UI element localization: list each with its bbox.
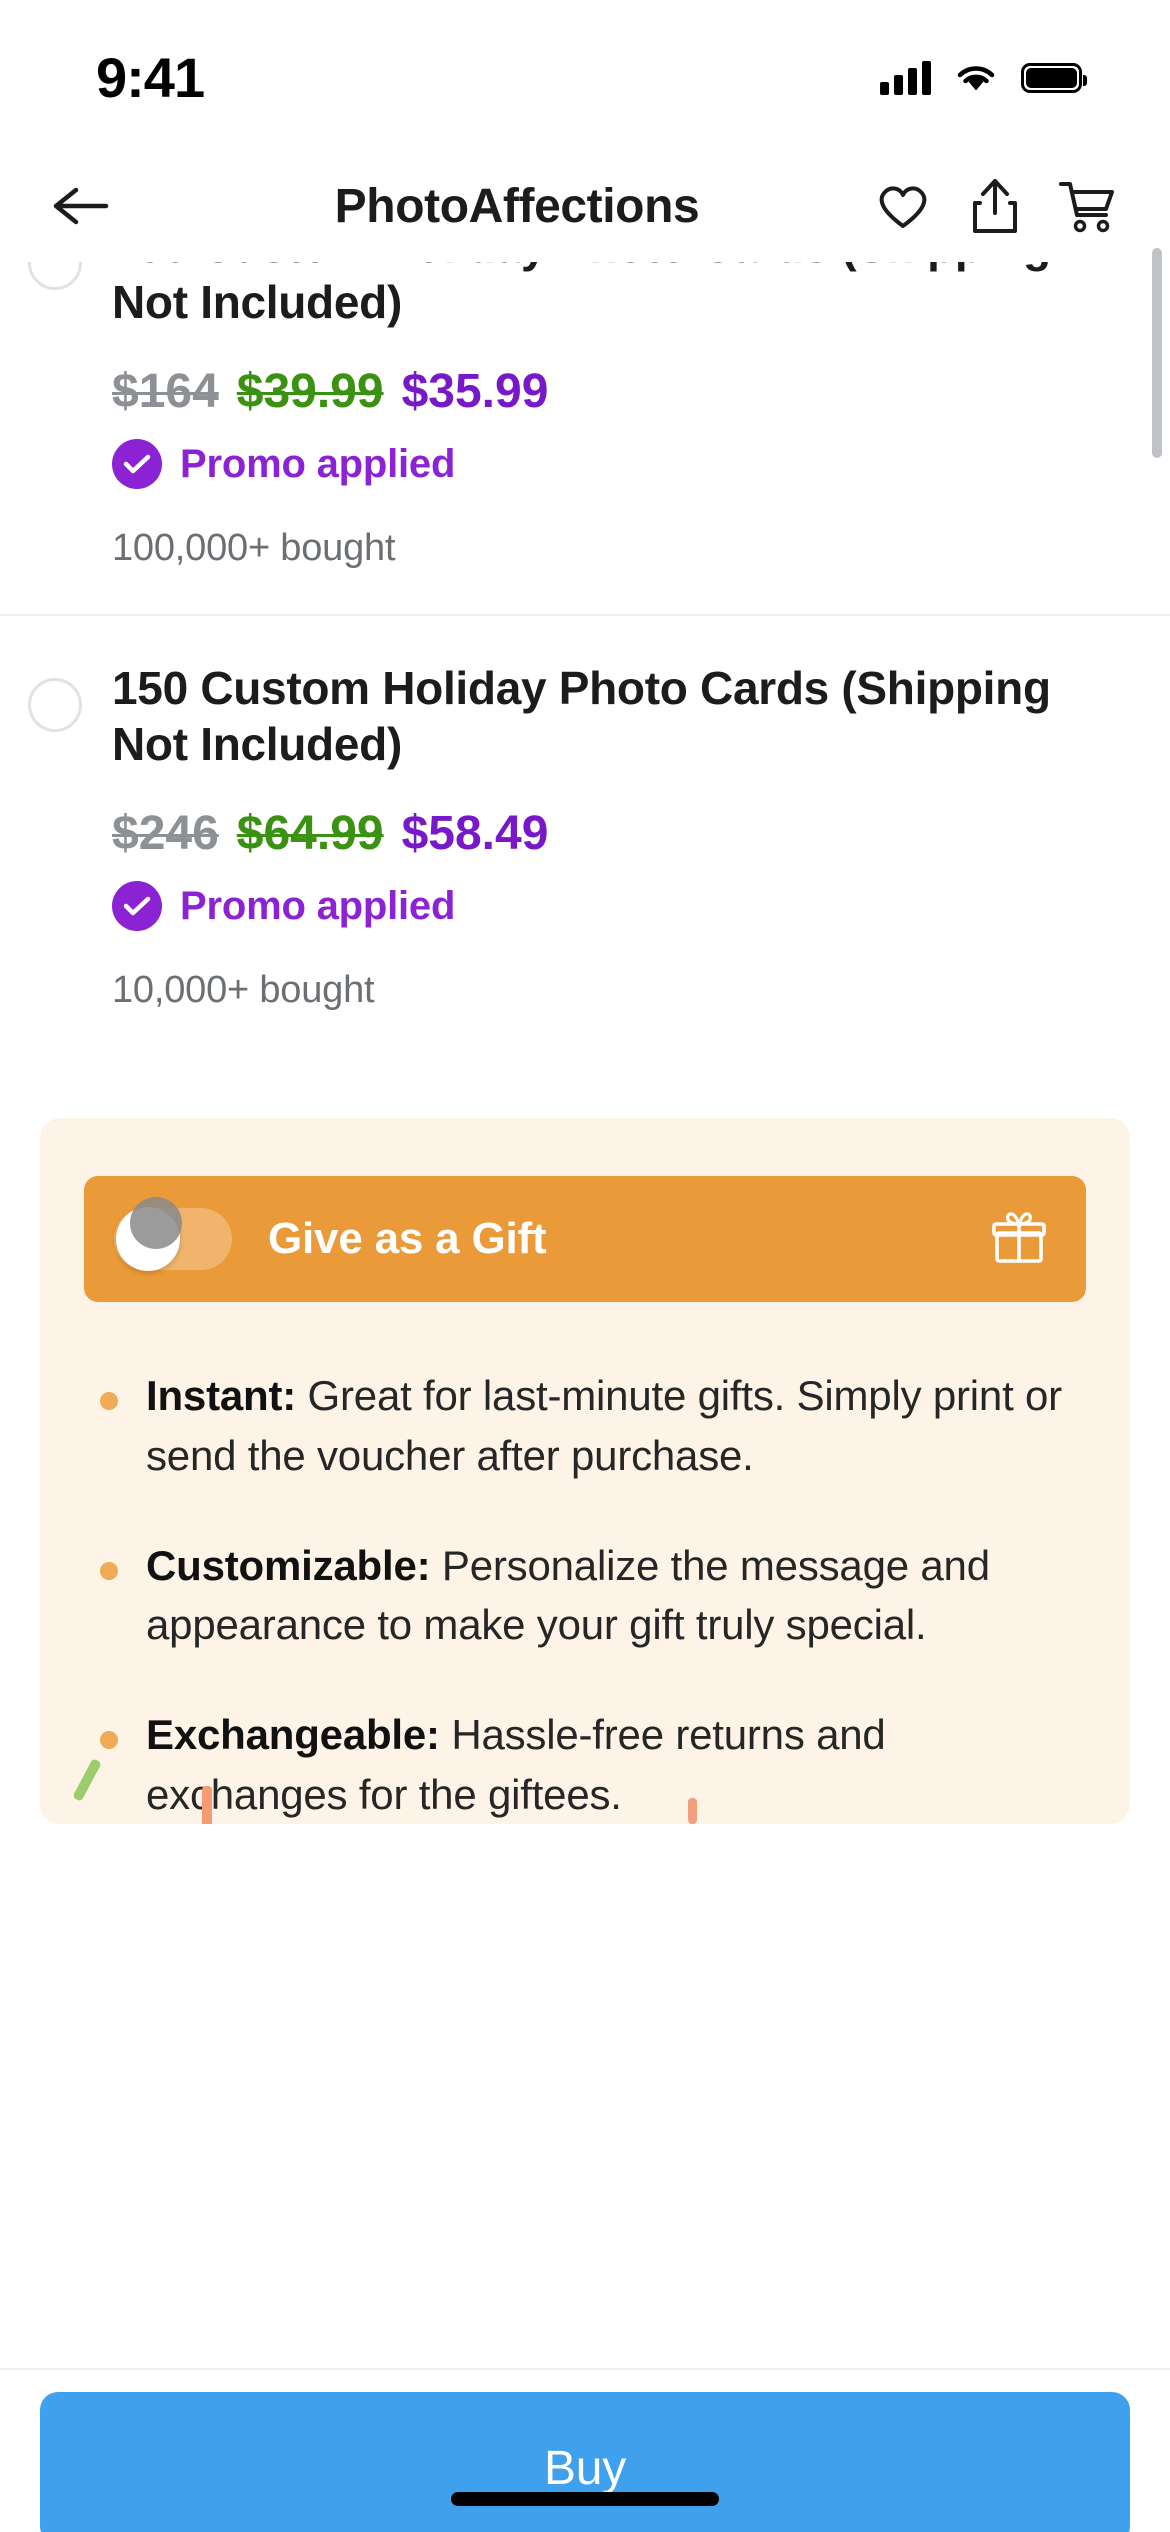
confetti-piece-orange [202, 1786, 212, 1825]
app-screen: 9:41 PhotoAffections Not Included) $164 … [0, 0, 1170, 2532]
promo-label: Promo applied [180, 441, 456, 486]
product-prices: $246 $64.99 $58.49 [112, 806, 1130, 861]
sticky-footer: Buy [0, 2368, 1170, 2532]
gift-benefit-text: Instant: Great for last-minute gifts. Si… [118, 1366, 1078, 1485]
check-circle-icon [112, 439, 162, 490]
battery-icon [1021, 63, 1087, 93]
share-button[interactable] [966, 177, 1024, 235]
wifi-icon [957, 66, 995, 91]
product-details: 150 Custom Holiday Photo Cards (Shipping… [82, 660, 1130, 1012]
gift-box-icon [988, 1208, 1050, 1270]
price-final: $35.99 [401, 365, 549, 419]
back-arrow-icon [53, 187, 109, 225]
product-prices: $164 $39.99 $35.99 [112, 364, 1130, 419]
bullet-dot-icon [100, 1392, 118, 1411]
favorite-button[interactable] [874, 177, 932, 235]
header-actions [874, 177, 1116, 235]
price-discount: $39.99 [236, 365, 384, 419]
product-radio-button[interactable] [28, 262, 82, 290]
product-option-row[interactable]: 150 Custom Holiday Photo Cards (Shipping… [0, 616, 1170, 1013]
gift-toggle-switch[interactable] [114, 1191, 232, 1272]
product-bought-count: 100,000+ bought [112, 527, 396, 570]
list-item: Customizable: Personalize the message an… [100, 1536, 1078, 1655]
confetti-decoration [40, 1744, 1130, 1825]
toggle-knob [116, 1191, 182, 1272]
bullet-dot-icon [100, 1561, 118, 1580]
status-indicators [880, 61, 1087, 95]
promo-applied-badge: Promo applied [112, 439, 1130, 490]
cellular-signal-icon [880, 61, 931, 95]
product-options-scroll[interactable]: 100 Custom Holiday Photo Cards (Shipping… [0, 262, 1170, 2368]
promo-applied-badge: Promo applied [112, 881, 1130, 932]
cart-button[interactable] [1058, 177, 1116, 235]
price-original: $246 [112, 807, 219, 861]
gift-panel: Give as a Gift Instant: Great for last-m… [40, 1118, 1130, 1825]
price-final: $58.49 [401, 807, 549, 861]
gift-benefit-text: Customizable: Personalize the message an… [118, 1536, 1078, 1655]
price-original: $164 [112, 365, 219, 419]
buy-button[interactable]: Buy [40, 2392, 1130, 2532]
back-button[interactable] [44, 170, 116, 242]
gift-benefit-label: Instant: [146, 1372, 297, 1420]
scrollbar[interactable] [1152, 248, 1162, 458]
gift-toggle-label: Give as a Gift [268, 1214, 547, 1264]
price-discount: $64.99 [236, 807, 384, 861]
status-bar: 9:41 [0, 0, 1170, 150]
product-radio-button[interactable] [28, 678, 82, 733]
product-title: 100 Custom Holiday Photo Cards (Shipping… [112, 262, 1051, 329]
list-item: Instant: Great for last-minute gifts. Si… [100, 1366, 1078, 1485]
give-as-gift-toggle-bar[interactable]: Give as a Gift [84, 1176, 1086, 1303]
heart-icon [879, 186, 927, 228]
share-icon [973, 179, 1017, 233]
product-option-row[interactable]: 100 Custom Holiday Photo Cards (Shipping… [0, 262, 1170, 571]
confetti-piece-green [72, 1758, 102, 1802]
status-time: 9:41 [96, 45, 205, 109]
shopping-cart-icon [1059, 182, 1114, 233]
confetti-piece-orange [688, 1798, 697, 1825]
navigation-header: PhotoAffections [0, 150, 1170, 262]
promo-label: Promo applied [180, 883, 456, 928]
check-circle-icon [112, 881, 162, 932]
home-indicator [451, 2492, 719, 2506]
gift-benefit-label: Customizable: [146, 1541, 431, 1589]
product-title: 150 Custom Holiday Photo Cards (Shipping… [112, 662, 1051, 771]
page-title: PhotoAffections [334, 179, 700, 233]
product-bought-count: 10,000+ bought [112, 969, 375, 1012]
product-details: 100 Custom Holiday Photo Cards (Shipping… [82, 262, 1130, 570]
